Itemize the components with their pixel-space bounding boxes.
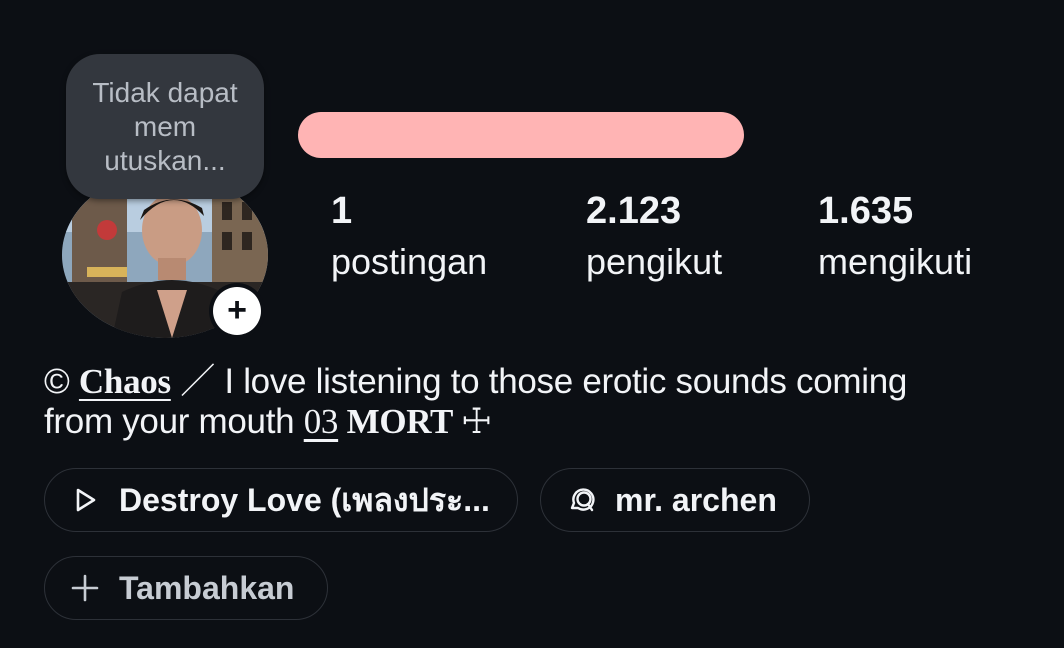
bio-line2: from your mouth [44, 402, 304, 441]
play-icon [76, 488, 96, 512]
bio-cross: ☩ [460, 402, 492, 441]
threads-icon [570, 488, 595, 512]
add-story-button[interactable]: + [209, 283, 265, 339]
bio-line1: ／ I love listening to those erotic sound… [170, 362, 908, 401]
profile-header: + Tidak dapat mem utuskan... 1 postingan… [0, 0, 1064, 648]
profile-bio: © Chaos ／ I love listening to those erot… [44, 362, 1034, 442]
bio-mort: MORT [338, 402, 461, 441]
stat-followers[interactable]: 2.123 pengikut [586, 188, 722, 284]
note-text: Tidak dapat mem utuskan... [92, 77, 238, 176]
stat-following-label: mengikuti [818, 241, 973, 282]
stat-posts[interactable]: 1 postingan [331, 188, 487, 284]
stat-posts-count: 1 [331, 190, 353, 232]
stat-following[interactable]: 1.635 mengikuti [818, 188, 972, 284]
music-chip-label: Destroy Love (เพลงประ... [119, 481, 490, 518]
stat-following-count: 1.635 [818, 190, 914, 232]
add-link-chip[interactable]: Tambahkan [44, 556, 328, 620]
bio-name: Chaos [78, 362, 171, 401]
stat-followers-count: 2.123 [586, 190, 682, 232]
threads-chip-label: mr. archen [615, 481, 777, 518]
redacted-username [298, 112, 744, 158]
bio-copyright: © [44, 362, 79, 401]
bio-number: 03 [303, 402, 339, 441]
stat-followers-label: pengikut [586, 241, 723, 282]
plus-icon: + [213, 287, 261, 335]
music-chip[interactable]: Destroy Love (เพลงประ... [44, 468, 518, 532]
plus-icon [71, 574, 99, 602]
threads-chip[interactable]: mr. archen [540, 468, 810, 532]
add-link-chip-label: Tambahkan [119, 569, 295, 606]
stat-posts-label: postingan [331, 241, 488, 282]
